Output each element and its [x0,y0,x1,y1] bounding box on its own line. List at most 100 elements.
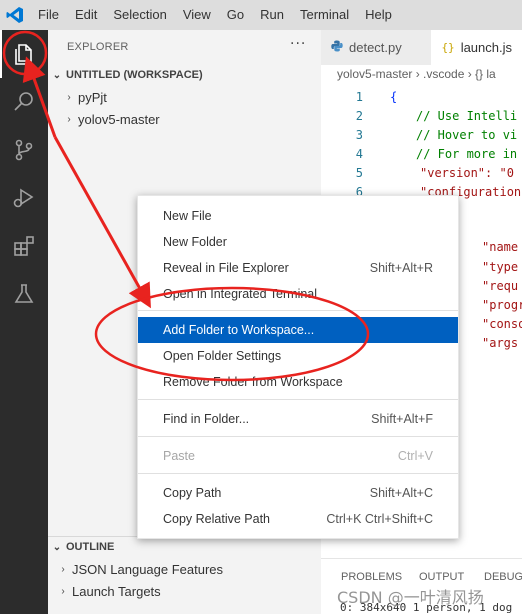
line-number: 4 [355,146,363,161]
python-icon [331,40,343,55]
menu-terminal[interactable]: Terminal [292,0,357,30]
tab-problems[interactable]: PROBLEMS [341,571,402,583]
tab-detect-py[interactable]: detect.py [321,30,432,65]
chevron-right-icon: › [67,113,71,125]
menu-item-reveal-in-file-explorer[interactable]: Reveal in File Explorer Shift+Alt+R [138,255,458,281]
tree-folder-pyPjt[interactable]: › pyPjt [48,86,321,108]
source-control-icon[interactable] [0,126,48,174]
extensions-icon[interactable] [0,222,48,270]
menu-selection[interactable]: Selection [105,0,174,30]
menu-separator [138,436,458,437]
chevron-down-icon: ⌄ [52,69,62,81]
line-number: 1 [355,89,363,104]
menu-item-label: New File [163,209,212,223]
outline-item-label: JSON Language Features [72,561,224,577]
code-text: "name [482,239,519,254]
code-line: 3 // Hover to vi [321,125,522,144]
menu-separator [138,473,458,474]
code-text: { [390,89,398,104]
menu-item-add-folder-to-workspace[interactable]: Add Folder to Workspace... [138,317,458,343]
menu-separator [138,310,458,311]
code-text: "type [482,259,519,274]
menu-item-shortcut: Shift+Alt+C [369,486,433,500]
menu-file[interactable]: File [30,0,67,30]
run-debug-icon[interactable] [0,174,48,222]
active-indicator [0,30,2,78]
workspace-title: UNTITLED (WORKSPACE) [66,69,203,81]
menu-item-open-in-terminal[interactable]: Open in Integrated Terminal [138,281,458,307]
outline-item[interactable]: › Launch Targets [48,580,321,602]
menu-item-label: New Folder [163,235,227,249]
code-line: 2 // Use Intelli [321,106,522,125]
outline-item[interactable]: › JSON Language Features [48,558,321,580]
editor-tabs: detect.py {} launch.js [321,30,522,65]
menu-go[interactable]: Go [219,0,252,30]
tab-launch-json[interactable]: {} launch.js [431,30,522,65]
code-line: 4 // For more in [321,144,522,163]
menu-item-label: Find in Folder... [163,412,250,426]
menu-item-label: Add Folder to Workspace... [163,323,315,337]
context-menu: New File New Folder Reveal in File Explo… [137,195,459,539]
menu-item-remove-folder[interactable]: Remove Folder from Workspace [138,369,458,395]
code-text: "conso [482,316,522,331]
menu-item-paste: Paste Ctrl+V [138,443,458,469]
menu-item-label: Open Folder Settings [163,349,282,363]
menu-item-shortcut: Shift+Alt+F [371,412,433,426]
menu-help[interactable]: Help [357,0,400,30]
menu-run[interactable]: Run [252,0,292,30]
menu-item-label: Remove Folder from Workspace [163,375,343,389]
explorer-icon[interactable] [0,30,48,78]
menu-bar: File Edit Selection View Go Run Terminal… [0,0,522,30]
menu-item-new-folder[interactable]: New Folder [138,229,458,255]
menu-item-label: Paste [163,449,195,463]
tab-label: detect.py [349,40,402,55]
menu-item-copy-path[interactable]: Copy Path Shift+Alt+C [138,480,458,506]
tab-debug[interactable]: DEBUG [484,571,522,583]
chevron-down-icon: ⌄ [52,541,62,553]
code-text: "args [482,335,519,350]
code-text: // For more in [416,146,518,161]
more-actions-icon[interactable]: ··· [290,36,306,52]
code-line: 1 { [321,87,522,106]
json-icon: {} [441,41,455,54]
menu-item-label: Reveal in File Explorer [163,261,289,275]
menu-item-shortcut: Ctrl+V [397,449,433,463]
code-text: // Use Intelli [416,108,518,123]
tree-folder-yolov5-master[interactable]: › yolov5-master [48,108,321,130]
breadcrumb[interactable]: yolov5-master › .vscode › {} la [337,67,496,81]
code-text: "requ [482,278,519,293]
chevron-right-icon: › [61,585,65,597]
outline-section-header[interactable]: ⌄ OUTLINE [48,536,321,558]
menu-item-label: Copy Relative Path [163,512,271,526]
menu-item-shortcut: Ctrl+K Ctrl+Shift+C [326,512,433,526]
tab-label: launch.js [460,40,512,55]
folder-label: pyPjt [78,89,107,105]
code-text: "version": "0 [420,165,514,180]
workspace-section-header[interactable]: ⌄ UNTITLED (WORKSPACE) [48,64,321,86]
testing-icon[interactable] [0,270,48,318]
menu-edit[interactable]: Edit [67,0,105,30]
activity-bar [0,30,48,614]
chevron-right-icon: › [67,91,71,103]
tab-output[interactable]: OUTPUT [419,571,464,583]
code-line: 5 "version": "0 [321,163,522,182]
menu-item-shortcut: Shift+Alt+R [369,261,433,275]
menu-item-new-file[interactable]: New File [138,203,458,229]
line-number: 5 [355,165,363,180]
menu-item-label: Copy Path [163,486,222,500]
folder-label: yolov5-master [78,111,160,127]
chevron-right-icon: › [61,563,65,575]
vscode-logo-icon [0,0,30,30]
menu-item-find-in-folder[interactable]: Find in Folder... Shift+Alt+F [138,406,458,432]
code-text: // Hover to vi [416,127,518,142]
menu-view[interactable]: View [175,0,219,30]
search-icon[interactable] [0,78,48,126]
line-number: 2 [355,108,363,123]
code-text: "progr [482,297,522,312]
outline-title: OUTLINE [66,541,115,553]
menu-item-open-folder-settings[interactable]: Open Folder Settings [138,343,458,369]
outline-item-label: Launch Targets [72,583,161,599]
explorer-title: EXPLORER [67,41,129,53]
menu-item-copy-relative-path[interactable]: Copy Relative Path Ctrl+K Ctrl+Shift+C [138,506,458,532]
line-number: 3 [355,127,363,142]
